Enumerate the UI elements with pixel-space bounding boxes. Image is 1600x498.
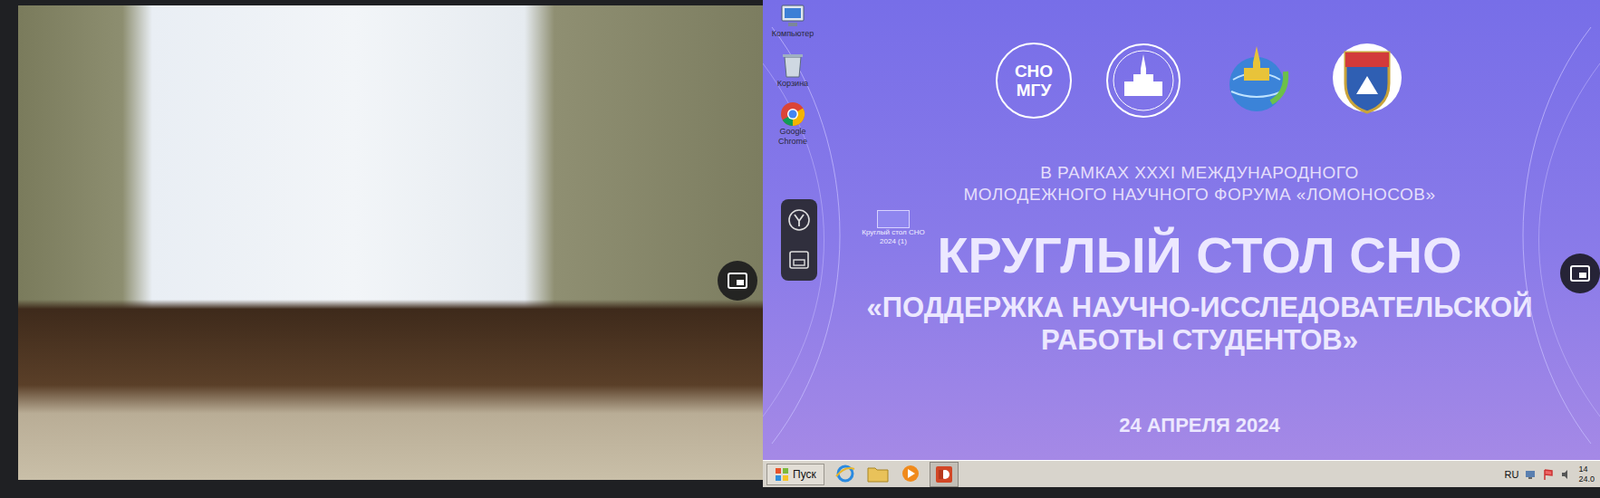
start-button[interactable]: Пуск [766, 463, 825, 486]
desktop-icon[interactable]: Компьютер [764, 3, 821, 39]
file-label: Круглый стол СНО 2024 (1) [858, 228, 928, 247]
yandex-logo-icon [787, 208, 811, 232]
clock-time: 14 [1578, 464, 1595, 475]
pip-button[interactable] [717, 260, 758, 301]
context-line: В РАМКАХ XXXI МЕЖДУНАРОДНОГО [963, 162, 1436, 184]
internet-explorer-icon [835, 463, 856, 484]
desktop-icons: Компьютер Корзина Google Chrome [764, 3, 821, 147]
student-council-emblem-icon [1330, 39, 1404, 122]
slide-date: 24 АПРЕЛЯ 2024 [1118, 413, 1281, 439]
decor-lines-icon [1491, 9, 1600, 461]
tray-network-icon[interactable] [1523, 468, 1537, 482]
desktop-icon-label: Компьютер [771, 28, 815, 39]
taskbar-apps [831, 462, 1498, 488]
slide: СНОМГУ В РАМКАХ XXXI МЕЖДУНАРОДНОГОМОЛОДЕ… [762, 0, 1600, 461]
subtitle-line: «ПОДДЕРЖКА НАУЧНО-ИССЛЕДОВАТЕЛЬСКОЙ [867, 291, 1533, 325]
volume-icon[interactable] [1560, 468, 1573, 482]
camera-video [18, 5, 763, 481]
folder-icon [867, 464, 889, 483]
system-tray: RU 1424.0 [1504, 464, 1597, 485]
computer-icon [779, 3, 807, 29]
slide-title: КРУГЛЫЙ СТОЛ СНО [936, 227, 1462, 284]
pip-button[interactable] [1560, 253, 1600, 294]
taskbar: Пуск RU 1424.0 [762, 460, 1600, 488]
clock[interactable]: 1424.0 [1578, 464, 1595, 485]
start-label: Пуск [792, 468, 817, 482]
desktop-icon-label: Google Chrome [764, 126, 821, 147]
context-text: В РАМКАХ XXXI МЕЖДУНАРОДНОГОМОЛОДЕЖНОГО … [963, 162, 1436, 206]
pip-icon [1570, 265, 1591, 282]
chrome-icon [780, 101, 806, 127]
msu-emblem-icon [1104, 41, 1183, 120]
presentation-file[interactable]: Круглый стол СНО 2024 (1) [858, 210, 928, 247]
language-indicator[interactable]: RU [1504, 469, 1520, 481]
logo-text: МГУ [1016, 80, 1051, 100]
taskbar-app[interactable] [831, 462, 859, 486]
logo-row: СНОМГУ [995, 39, 1404, 122]
conference-view: СНОМГУ В РАМКАХ XXXI МЕЖДУНАРОДНОГОМОЛОДЕ… [0, 0, 1600, 498]
clock-date: 24.0 [1578, 474, 1595, 485]
desktop-icon[interactable]: Google Chrome [764, 101, 821, 147]
pip-button[interactable] [783, 244, 815, 276]
windows-logo-icon [774, 467, 790, 482]
video-frame [18, 5, 763, 481]
slide-subtitle: «ПОДДЕРЖКА НАУЧНО-ИССЛЕДОВАТЕЛЬСКОЙРАБОТ… [867, 291, 1533, 357]
yandex-button[interactable] [783, 204, 815, 236]
taskbar-app[interactable] [896, 462, 925, 486]
lomonosov-forum-icon [1214, 38, 1299, 123]
media-player-icon [900, 463, 921, 484]
sno-logo: СНОМГУ [995, 42, 1072, 119]
pip-icon [789, 250, 810, 270]
pip-icon [727, 272, 748, 290]
tray-flag-icon[interactable] [1542, 468, 1555, 482]
taskbar-app[interactable] [929, 462, 959, 488]
taskbar-app[interactable] [864, 462, 892, 486]
subtitle-line: РАБОТЫ СТУДЕНТОВ» [867, 324, 1533, 357]
context-line: МОЛОДЕЖНОГО НАУЧНОГО ФОРУМА «ЛОМОНОСОВ» [963, 183, 1436, 206]
logo-text: СНО [1014, 61, 1053, 81]
decor-lines-icon [762, 9, 872, 461]
screen-share: СНОМГУ В РАМКАХ XXXI МЕЖДУНАРОДНОГОМОЛОДЕ… [762, 0, 1600, 488]
desktop-icon[interactable]: Корзина [764, 51, 821, 89]
recycle-bin-icon [780, 51, 805, 79]
browser-side-toolbar [780, 199, 818, 281]
presentation-thumbnail-icon [877, 210, 910, 229]
desktop-icon-label: Корзина [777, 78, 809, 89]
powerpoint-icon [934, 464, 955, 485]
